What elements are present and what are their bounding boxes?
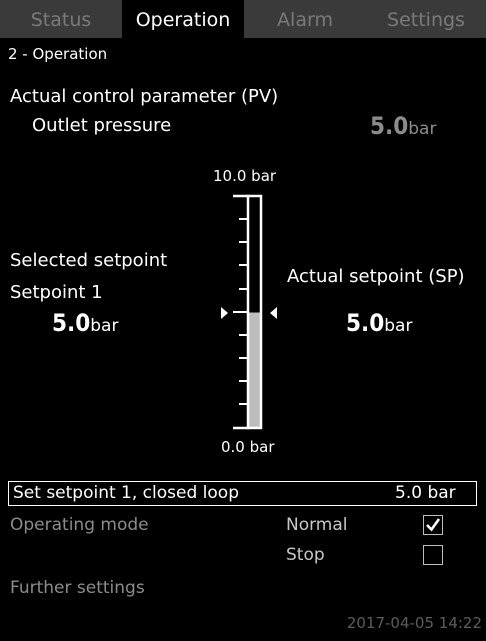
mode-stop-checkbox[interactable]: [423, 545, 443, 565]
selected-setpoint-readout: 5.0bar: [52, 309, 118, 337]
mode-stop-label: Stop: [286, 545, 325, 565]
pv-readout: 5.0bar: [370, 112, 436, 140]
set-setpoint-row[interactable]: Set setpoint 1, closed loop 5.0 bar: [8, 481, 477, 506]
selected-setpoint-value: 5.0: [52, 309, 91, 337]
timestamp: 2017-04-05 14:22: [346, 614, 482, 632]
set-setpoint-label: Set setpoint 1, closed loop: [13, 483, 239, 503]
tab-settings[interactable]: Settings: [366, 0, 486, 38]
gauge-fill: [249, 312, 260, 428]
breadcrumb: 2 - Operation: [8, 45, 108, 63]
set-setpoint-value: 5.0 bar: [395, 483, 456, 503]
tab-alarm[interactable]: Alarm: [244, 0, 366, 38]
pv-title: Actual control parameter (PV): [10, 86, 279, 107]
scale-bottom-label: 0.0 bar: [221, 438, 275, 456]
tab-operation[interactable]: Operation: [122, 0, 244, 38]
actual-setpoint-marker-icon: [270, 307, 277, 319]
actual-setpoint-value: 5.0: [346, 309, 385, 337]
selected-setpoint-marker-icon: [221, 307, 228, 319]
further-settings-link[interactable]: Further settings: [10, 578, 145, 598]
pv-value: 5.0: [370, 112, 409, 140]
pv-name: Outlet pressure: [32, 115, 172, 136]
tab-status[interactable]: Status: [0, 0, 122, 38]
actual-setpoint-readout: 5.0bar: [346, 309, 412, 337]
pv-unit: bar: [408, 119, 437, 139]
mode-normal-label: Normal: [286, 515, 348, 535]
operating-mode-label: Operating mode: [10, 515, 149, 535]
selected-setpoint-name: Setpoint 1: [10, 282, 103, 303]
scale-top-label: 10.0 bar: [213, 167, 277, 185]
selected-setpoint-title: Selected setpoint: [10, 250, 168, 271]
pressure-bar-gauge: [233, 194, 263, 430]
actual-setpoint-unit: bar: [384, 316, 413, 336]
tab-bar: Status Operation Alarm Settings: [0, 0, 486, 38]
checkmark-icon: [426, 518, 441, 532]
actual-setpoint-title: Actual setpoint (SP): [287, 266, 465, 287]
selected-setpoint-unit: bar: [90, 316, 119, 336]
mode-normal-checkbox[interactable]: [423, 515, 443, 535]
